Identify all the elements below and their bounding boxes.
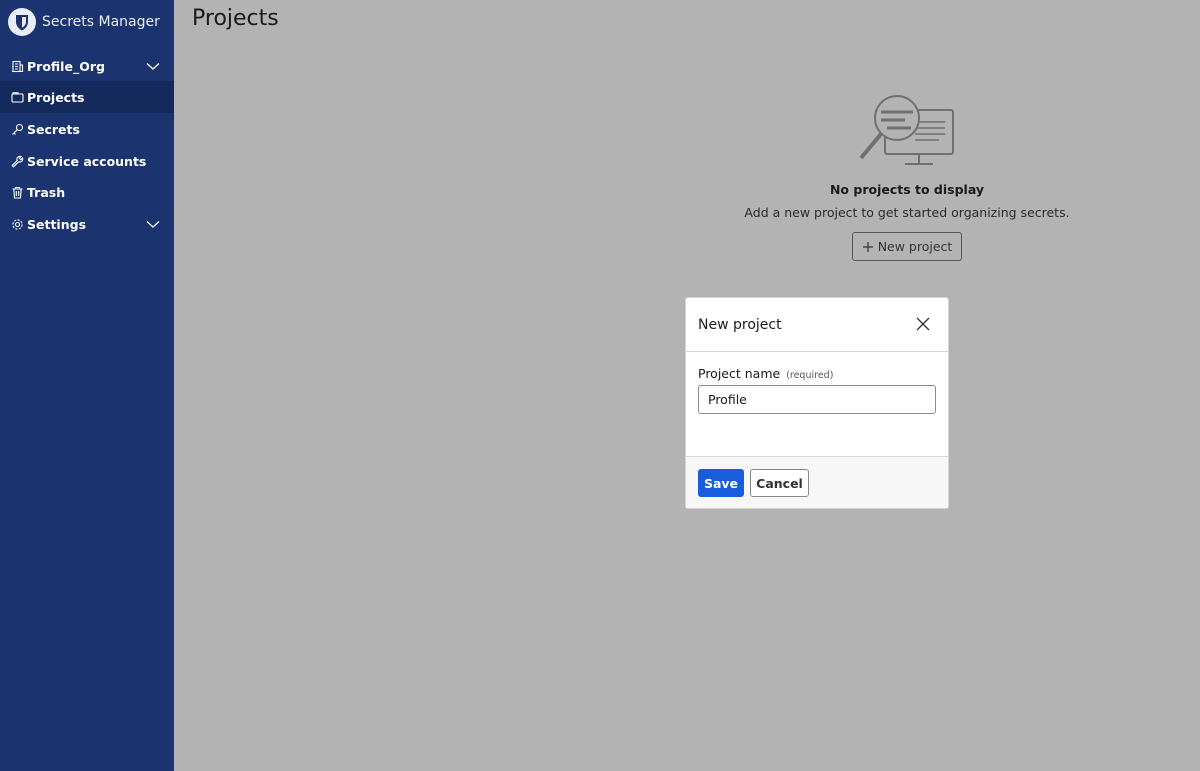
required-indicator: (required) <box>786 370 834 381</box>
brand[interactable]: Secrets Manager <box>8 7 160 37</box>
sidebar-item-trash[interactable]: Trash <box>0 176 174 208</box>
sidebar-item-secrets[interactable]: Secrets <box>0 113 174 145</box>
brand-name: Secrets Manager <box>42 14 160 30</box>
new-project-button[interactable]: New project <box>851 232 963 261</box>
key-icon <box>10 122 24 136</box>
new-project-dialog: New project Project name (required) Save… <box>685 297 949 509</box>
dialog-title: New project <box>698 317 782 333</box>
project-name-input[interactable] <box>698 385 936 414</box>
wrench-icon <box>10 154 24 168</box>
trash-icon <box>10 185 24 199</box>
sidebar-item-service-accounts[interactable]: Service accounts <box>0 145 174 177</box>
save-button[interactable]: Save <box>698 469 744 497</box>
sidebar-item-projects[interactable]: Projects <box>0 81 174 113</box>
sidebar-item-label: Projects <box>27 89 85 105</box>
page-title: Projects <box>192 6 279 31</box>
search-monitor-illustration-icon <box>859 95 954 165</box>
dialog-footer: Save Cancel <box>686 456 948 508</box>
plus-icon <box>862 241 873 252</box>
sidebar-item-settings[interactable]: Settings <box>0 208 174 240</box>
sidebar-item-label: Settings <box>27 216 87 232</box>
chevron-down-icon[interactable] <box>146 60 160 72</box>
folder-icon <box>10 90 24 104</box>
building-icon <box>10 59 24 73</box>
empty-state-subtitle: Add a new project to get started organiz… <box>744 205 1070 220</box>
empty-state: No projects to display Add a new project… <box>744 90 1070 261</box>
bitwarden-shield-icon <box>8 8 36 36</box>
gear-icon <box>10 217 24 231</box>
chevron-down-icon[interactable] <box>146 218 160 230</box>
sidebar-item-profile-org[interactable]: Profile_Org <box>0 50 174 82</box>
sidebar-item-label: Profile_Org <box>27 58 105 74</box>
dialog-body: Project name (required) <box>686 352 948 456</box>
sidebar-item-label: Secrets <box>27 121 80 137</box>
close-icon[interactable] <box>915 316 931 332</box>
sidebar-item-label: Service accounts <box>27 153 147 169</box>
project-name-label-text: Project name <box>698 366 781 381</box>
project-name-label: Project name (required) <box>698 366 833 381</box>
cancel-button[interactable]: Cancel <box>750 469 809 497</box>
empty-state-title: No projects to display <box>829 182 985 197</box>
new-project-button-label: New project <box>877 239 953 254</box>
sidebar-item-label: Trash <box>27 184 66 200</box>
dialog-header: New project <box>686 298 948 352</box>
sidebar: Secrets Manager Profile_Org Projects Sec… <box>0 0 174 771</box>
